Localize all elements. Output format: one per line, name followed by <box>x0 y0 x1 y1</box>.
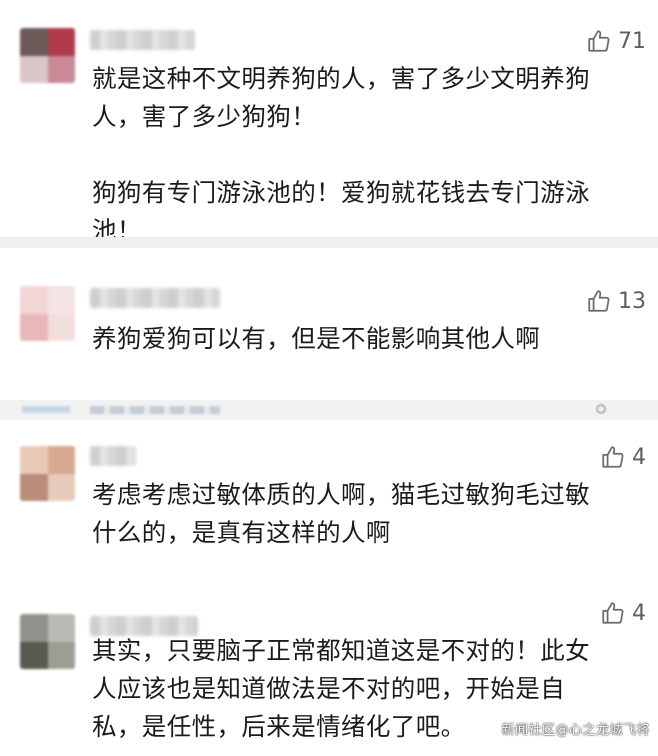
thumbs-up-icon <box>602 446 624 468</box>
comment-1: 71 就是这种不文明养狗的人，害了多少文明养狗 人，害了多少狗狗！ 狗狗有专门游… <box>0 0 658 237</box>
watermark-text: 新闻社区@心之龙城飞将 <box>501 723 650 738</box>
thumbs-up-icon <box>588 30 610 52</box>
nickname-blurred[interactable] <box>90 446 136 466</box>
thumbs-up-icon <box>588 290 610 312</box>
comment-card-3: 4 考虑考虑过敏体质的人啊，猫毛过敏狗毛过敏 什么的，是真有这样的人啊 4 其实… <box>0 420 658 756</box>
like-count: 4 <box>632 444 646 470</box>
comment-card-2: 13 养狗爱狗可以有，但是不能影响其他人啊 <box>0 248 658 400</box>
comment-2: 13 养狗爱狗可以有，但是不能影响其他人啊 <box>0 248 658 400</box>
cropped-icon-fragment <box>596 404 606 414</box>
comment-card-1: 71 就是这种不文明养狗的人，害了多少文明养狗 人，害了多少狗狗！ 狗狗有专门游… <box>0 0 658 237</box>
like-button[interactable]: 13 <box>586 286 646 316</box>
avatar[interactable] <box>20 286 75 341</box>
cropped-row-fragment <box>22 406 70 413</box>
cropped-row-fragment <box>90 406 220 414</box>
like-count: 13 <box>618 288 646 314</box>
avatar[interactable] <box>20 28 75 83</box>
comment-text: 考虑考虑过敏体质的人啊，猫毛过敏狗毛过敏 什么的，是真有这样的人啊 <box>92 480 590 547</box>
avatar[interactable] <box>20 614 75 669</box>
thumbs-up-icon <box>602 602 624 624</box>
like-button[interactable]: 71 <box>586 26 646 56</box>
like-button[interactable]: 4 <box>600 598 646 628</box>
avatar[interactable] <box>20 446 75 501</box>
like-count: 71 <box>618 28 646 54</box>
section-divider <box>0 237 658 248</box>
comment-3: 4 考虑考虑过敏体质的人啊，猫毛过敏狗毛过敏 什么的，是真有这样的人啊 <box>0 420 658 570</box>
like-button[interactable]: 4 <box>600 442 646 472</box>
comment-text: 养狗爱狗可以有，但是不能影响其他人啊 <box>92 324 541 353</box>
nickname-blurred[interactable] <box>90 288 220 308</box>
nickname-blurred[interactable] <box>90 30 195 50</box>
comment-text: 就是这种不文明养狗的人，害了多少文明养狗 人，害了多少狗狗！ 狗狗有专门游泳池的… <box>92 64 590 237</box>
like-count: 4 <box>632 600 646 626</box>
